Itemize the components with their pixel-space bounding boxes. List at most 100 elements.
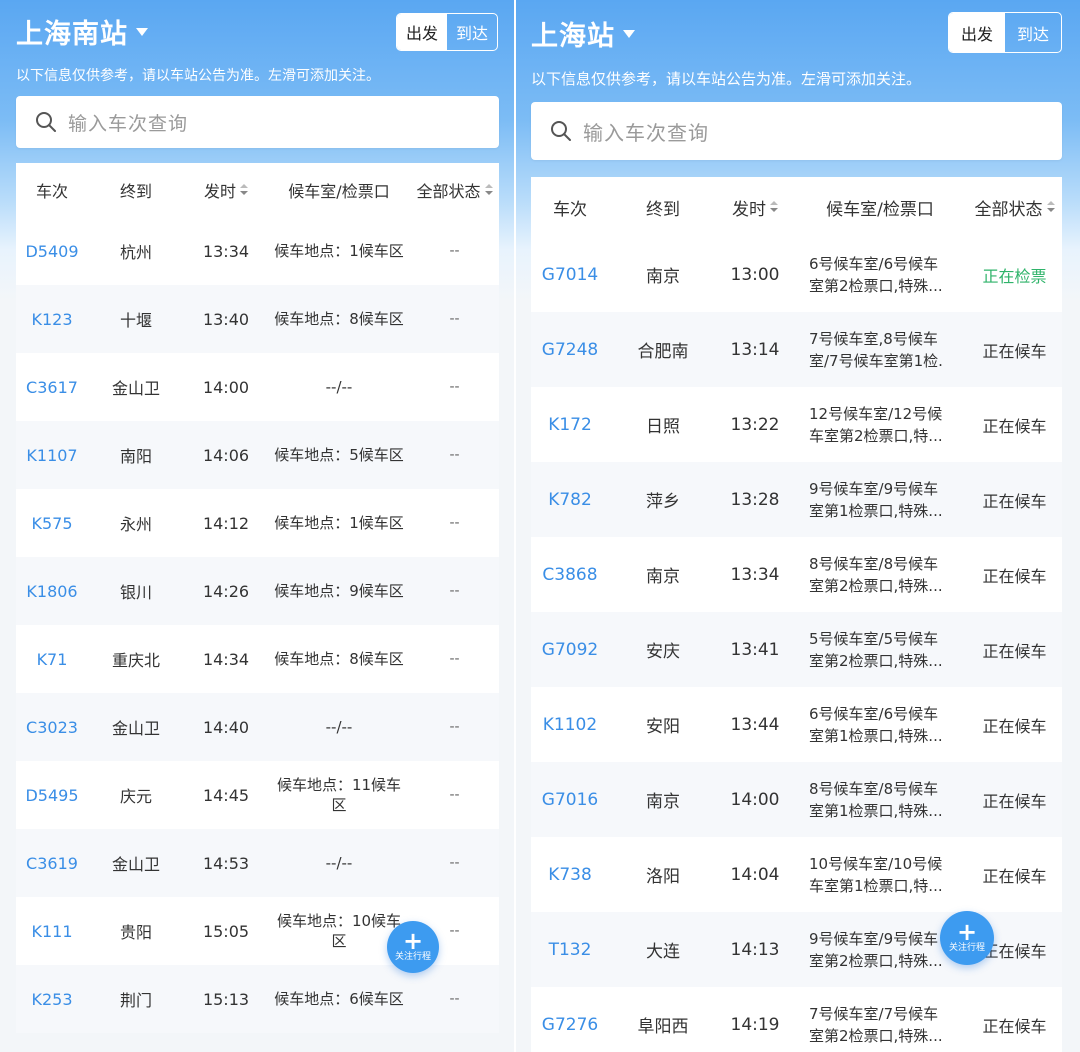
waiting-line-2: 室第2检票口,特殊... xyxy=(809,576,943,595)
waiting-line-1: 6号候车室/6号候车 xyxy=(809,254,939,273)
train-status: 正在候车 xyxy=(982,1016,1047,1036)
train-number[interactable]: C3619 xyxy=(16,854,88,873)
train-number[interactable]: G7092 xyxy=(531,640,609,660)
train-number[interactable]: K1107 xyxy=(16,446,88,465)
train-number[interactable]: K253 xyxy=(16,990,88,1009)
train-number[interactable]: C3868 xyxy=(531,565,609,585)
train-status: 正在候车 xyxy=(982,416,1047,436)
waiting-area: --/-- xyxy=(325,854,353,872)
table-row[interactable]: C3868 南京 13:34 8号候车室/8号候车 室第2检票口,特殊... 正在候车 xyxy=(531,537,1062,612)
waiting-area: --/-- xyxy=(325,378,353,396)
caret-down-icon xyxy=(136,27,148,36)
destination: 荆门 xyxy=(119,991,152,1010)
left-panel-shanghai-south: 上海南站 出发 到达 以下信息仅供参考，请以车站公告为准。左滑可添加关注。 输入… xyxy=(0,0,514,1052)
train-number[interactable]: C3023 xyxy=(16,718,88,737)
destination: 安阳 xyxy=(646,717,680,737)
train-number[interactable]: T132 xyxy=(531,940,609,960)
table-row[interactable]: C3023 金山卫 14:40 --/-- -- xyxy=(16,693,499,761)
waiting-line-1: 10号候车室/10号候 xyxy=(809,854,943,873)
arrive-tab[interactable]: 到达 xyxy=(447,14,497,50)
table-row[interactable]: G7092 安庆 13:41 5号候车室/5号候车 室第2检票口,特殊... 正在候车 xyxy=(531,612,1062,687)
train-number[interactable]: D5409 xyxy=(16,242,88,261)
train-status: 正在候车 xyxy=(982,491,1047,511)
station-selector[interactable]: 上海站 xyxy=(531,14,635,53)
waiting-line-1: 6号候车室/6号候车 xyxy=(809,704,939,723)
departure-time: 14:00 xyxy=(730,789,780,810)
search-input[interactable]: 输入车次查询 xyxy=(531,102,1062,160)
departure-time: 14:53 xyxy=(202,853,250,873)
table-row[interactable]: G7276 阜阳西 14:19 7号候车室/7号候车 室第2检票口,特殊... 正在候车 xyxy=(531,987,1062,1052)
waiting-room-gate: 5号候车室/5号候车 室第2检票口,特殊... xyxy=(793,628,967,672)
waiting-area: --/-- xyxy=(325,718,353,736)
train-number[interactable]: K71 xyxy=(16,650,88,669)
table-row[interactable]: K1806 银川 14:26 候车地点：9候车区 -- xyxy=(16,557,499,625)
train-number[interactable]: G7276 xyxy=(531,1015,609,1035)
train-number[interactable]: K782 xyxy=(531,490,609,510)
table-row[interactable]: K738 洛阳 14:04 10号候车室/10号候 车室第1检票口,特... 正在候车 xyxy=(531,837,1062,912)
waiting-area: 候车地点：6候车区 xyxy=(274,990,404,1008)
col-waiting: 候车室/检票口 xyxy=(288,182,390,201)
col-status-filter[interactable]: 全部状态 xyxy=(967,195,1062,220)
table-row[interactable]: G7248 合肥南 13:14 7号候车室,8号候车 室/7号候车室第1检. 正在候车 xyxy=(531,312,1062,387)
col-time-sort[interactable]: 发时 xyxy=(184,178,268,202)
search-placeholder: 输入车次查询 xyxy=(68,112,189,135)
table-row[interactable]: K172 日照 13:22 12号候车室/12号候 车室第2检票口,特... 正在候车 xyxy=(531,387,1062,462)
table-row[interactable]: D5409 杭州 13:34 候车地点：1候车区 -- xyxy=(16,217,499,285)
table-row[interactable]: C3617 金山卫 14:00 --/-- -- xyxy=(16,353,499,421)
train-number[interactable]: G7014 xyxy=(531,265,609,285)
table-row[interactable]: K253 荆门 15:13 候车地点：6候车区 -- xyxy=(16,965,499,1033)
train-number[interactable]: D5495 xyxy=(16,786,88,805)
table-row[interactable]: G7016 南京 14:00 8号候车室/8号候车 室第1检票口,特殊... 正在候车 xyxy=(531,762,1062,837)
waiting-line-1: 9号候车室/9号候车 xyxy=(809,929,939,948)
train-status: -- xyxy=(449,447,460,463)
table-row[interactable]: K782 萍乡 13:28 9号候车室/9号候车 室第1检票口,特殊... 正在候车 xyxy=(531,462,1062,537)
arrive-tab[interactable]: 到达 xyxy=(1005,13,1061,52)
table-row[interactable]: K1102 安阳 13:44 6号候车室/6号候车 室第1检票口,特殊... 正在候车 xyxy=(531,687,1062,762)
train-status: -- xyxy=(449,719,460,735)
station-name: 上海站 xyxy=(531,21,615,52)
destination: 南阳 xyxy=(119,447,152,466)
search-input[interactable]: 输入车次查询 xyxy=(16,96,499,148)
table-row[interactable]: K1107 南阳 14:06 候车地点：5候车区 -- xyxy=(16,421,499,489)
destination: 日照 xyxy=(646,417,680,437)
train-number[interactable]: K123 xyxy=(16,310,88,329)
waiting-area: 候车地点：5候车区 xyxy=(274,446,404,464)
train-number[interactable]: K1806 xyxy=(16,582,88,601)
train-number[interactable]: G7248 xyxy=(531,340,609,360)
train-status: -- xyxy=(449,855,460,871)
waiting-room-gate: 7号候车室,8号候车 室/7号候车室第1检. xyxy=(793,328,967,372)
follow-trip-button[interactable]: + 关注行程 xyxy=(940,911,994,965)
station-name: 上海南站 xyxy=(16,19,128,50)
table-row[interactable]: D5495 庆元 14:45 候车地点：11候车区 -- xyxy=(16,761,499,829)
train-number[interactable]: K111 xyxy=(16,922,88,941)
departure-time: 15:13 xyxy=(202,989,250,1009)
train-number[interactable]: K1102 xyxy=(531,715,609,735)
table-row[interactable]: K71 重庆北 14:34 候车地点：8候车区 -- xyxy=(16,625,499,693)
col-status: 全部状态 xyxy=(974,199,1043,220)
col-time-sort[interactable]: 发时 xyxy=(717,195,793,220)
col-status-filter[interactable]: 全部状态 xyxy=(410,178,499,202)
destination: 金山卫 xyxy=(111,719,160,738)
depart-tab[interactable]: 出发 xyxy=(397,14,447,50)
follow-trip-button[interactable]: + 关注行程 xyxy=(387,921,439,973)
train-number[interactable]: K172 xyxy=(531,415,609,435)
train-status: 正在候车 xyxy=(982,341,1047,361)
train-number[interactable]: C3617 xyxy=(16,378,88,397)
departure-time: 13:41 xyxy=(730,639,780,660)
table-row[interactable]: C3619 金山卫 14:53 --/-- -- xyxy=(16,829,499,897)
table-row[interactable]: K575 永州 14:12 候车地点：1候车区 -- xyxy=(16,489,499,557)
waiting-line-1: 12号候车室/12号候 xyxy=(809,404,943,423)
train-number[interactable]: K575 xyxy=(16,514,88,533)
station-selector[interactable]: 上海南站 xyxy=(16,12,148,51)
col-time: 发时 xyxy=(203,182,236,201)
train-number[interactable]: G7016 xyxy=(531,790,609,810)
table-row[interactable]: G7014 南京 13:00 6号候车室/6号候车 室第2检票口,特殊... 正在检票 xyxy=(531,237,1062,312)
col-train: 车次 xyxy=(553,199,587,220)
sort-icon xyxy=(240,184,248,196)
destination: 永州 xyxy=(119,515,152,534)
depart-tab[interactable]: 出发 xyxy=(949,13,1005,52)
table-row[interactable]: K123 十堰 13:40 候车地点：8候车区 -- xyxy=(16,285,499,353)
train-number[interactable]: K738 xyxy=(531,865,609,885)
waiting-line-1: 5号候车室/5号候车 xyxy=(809,629,939,648)
waiting-line-1: 9号候车室/9号候车 xyxy=(809,479,939,498)
